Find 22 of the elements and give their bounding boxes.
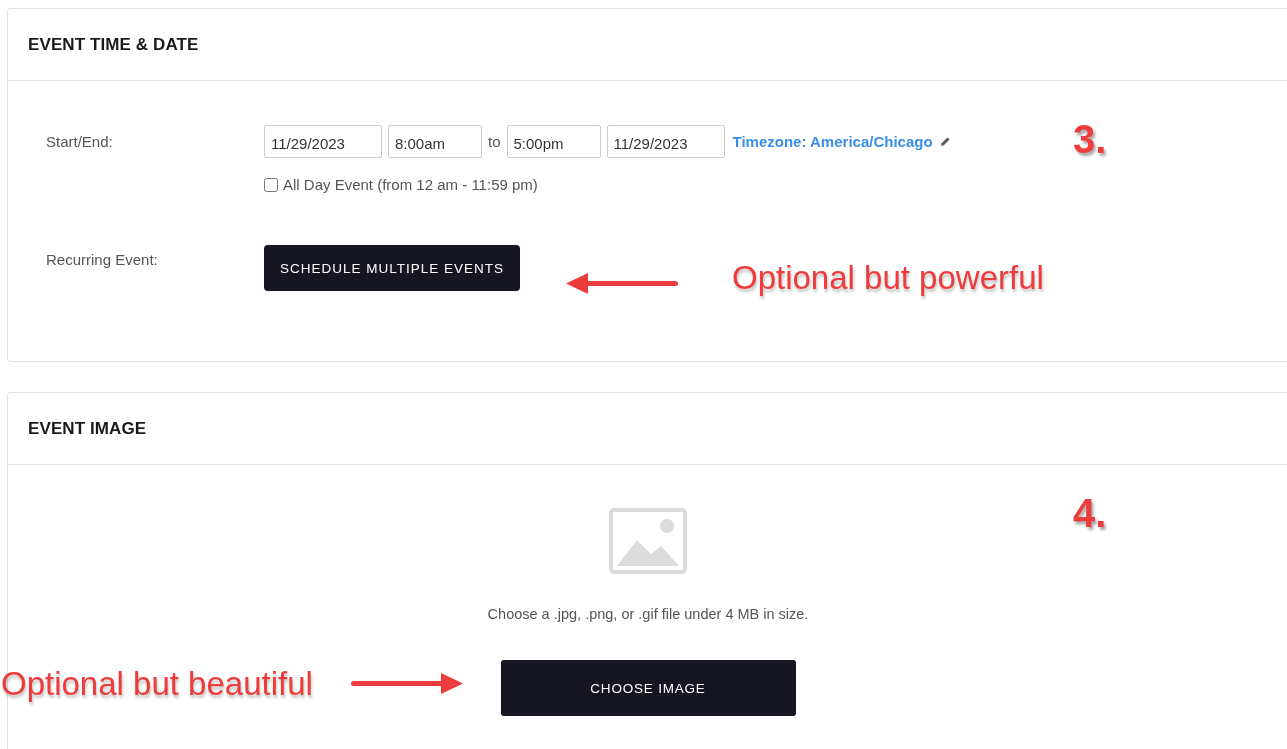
checkbox-label: All Day Event (from 12 am - 11:59 pm) bbox=[283, 176, 538, 193]
choose-image-button[interactable]: CHOOSE IMAGE bbox=[500, 660, 796, 716]
pencil-icon bbox=[938, 135, 951, 148]
arrow-icon bbox=[349, 671, 465, 696]
callout-text: Optional but beautiful bbox=[1, 665, 313, 703]
schedule-button[interactable]: SCHEDULE MULTIPLE EVENTS bbox=[264, 245, 520, 291]
input-field[interactable]: 8:00am bbox=[388, 125, 482, 158]
field-label: Recurring Event: bbox=[46, 250, 159, 268]
step-number: 4. bbox=[1073, 491, 1107, 536]
arrow-icon bbox=[564, 271, 680, 296]
section-title: EVENT IMAGE bbox=[28, 418, 147, 439]
input-field[interactable]: 5:00pm bbox=[506, 125, 601, 158]
to-label: to bbox=[488, 133, 501, 150]
image-placeholder-icon bbox=[609, 508, 687, 574]
section-title: EVENT TIME & DATE bbox=[28, 34, 199, 55]
callout-text: Optional but powerful bbox=[732, 259, 1044, 297]
field-label: Start/End: bbox=[46, 132, 114, 150]
input-field[interactable]: 11/29/2023 bbox=[264, 125, 382, 158]
input-field[interactable]: 11/29/2023 bbox=[606, 125, 725, 158]
step-number: 3. bbox=[1073, 117, 1107, 162]
checkbox[interactable] bbox=[264, 177, 278, 192]
upload-hint: Choose a .jpg, .png, or .gif file under 4 MB in size. bbox=[487, 606, 809, 622]
